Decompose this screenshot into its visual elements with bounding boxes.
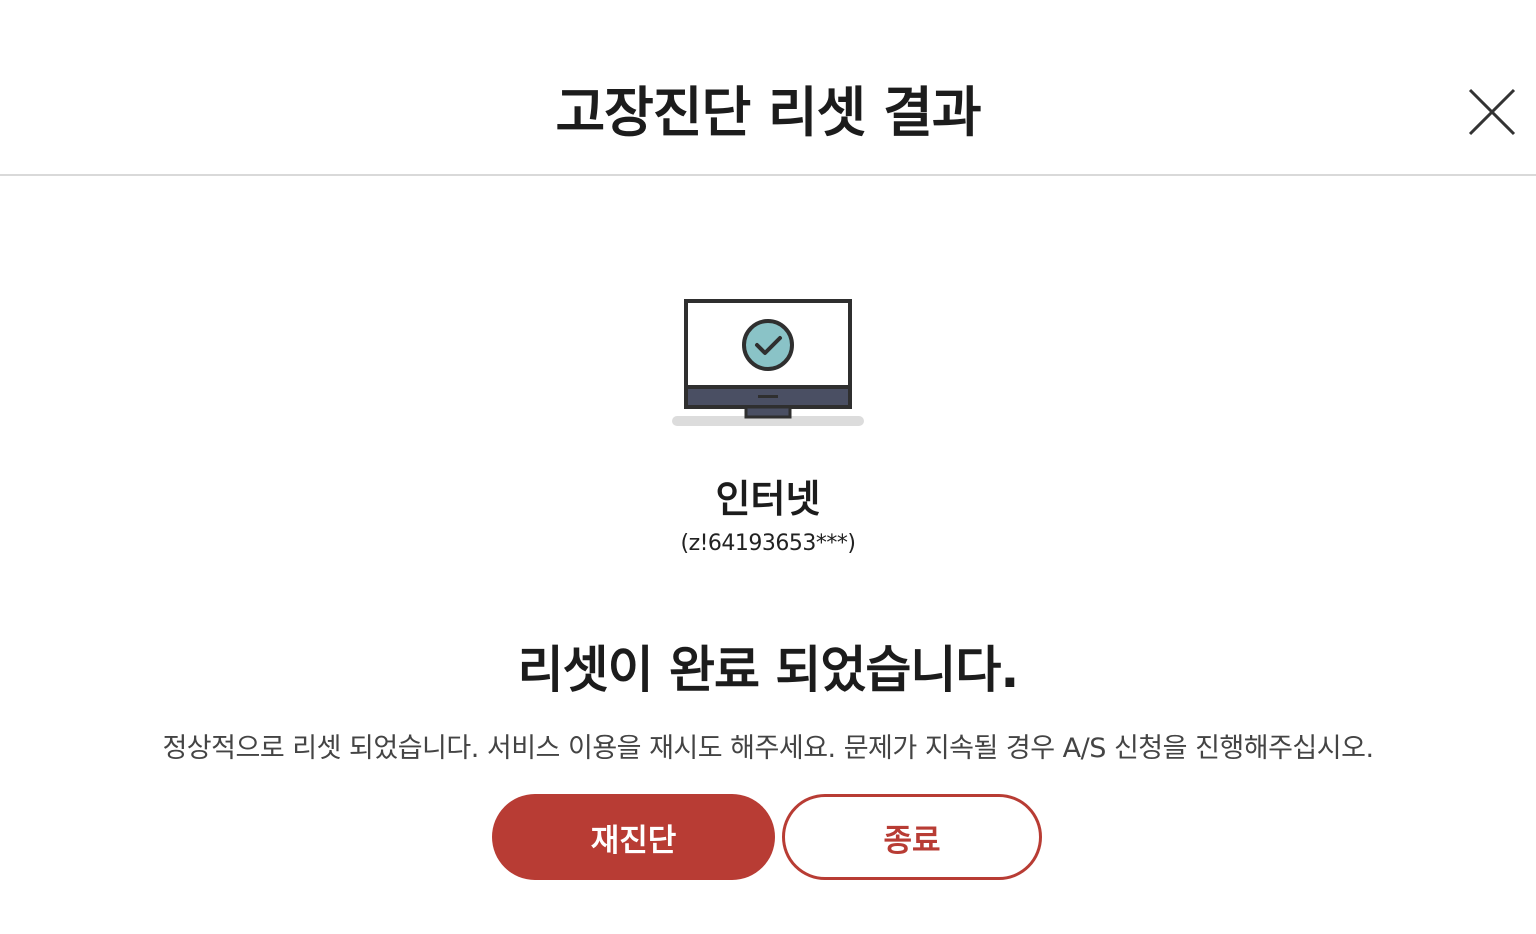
close-dialog-button[interactable]: 종료 [782, 794, 1042, 880]
dialog-header: 고장진단 리셋 결과 [0, 0, 1536, 176]
close-icon [1468, 88, 1516, 136]
result-description: 정상적으로 리셋 되었습니다. 서비스 이용을 재시도 해주세요. 문제가 지속… [162, 733, 1374, 764]
reset-result-dialog: 고장진단 리셋 결과 인터넷 (z!64193653***) 리셋이 완료 되었… [0, 0, 1536, 934]
monitor-check-icon [670, 296, 866, 430]
result-heading: 리셋이 완료 되었습니다. [517, 641, 1020, 699]
dialog-title: 고장진단 리셋 결과 [555, 81, 981, 144]
close-button[interactable] [1466, 86, 1518, 138]
rediagnose-button[interactable]: 재진단 [492, 794, 775, 880]
service-name: 인터넷 [715, 477, 821, 521]
service-id: (z!64193653***) [680, 531, 856, 556]
